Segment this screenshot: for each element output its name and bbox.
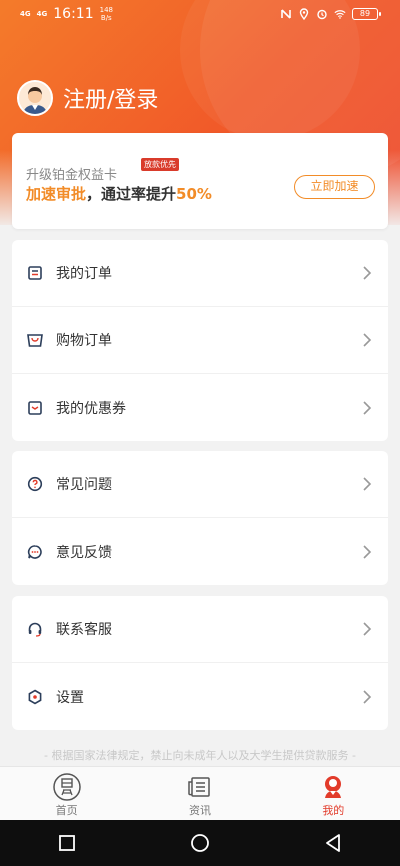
- menu-card-orders: 我的订单 购物订单 我的优惠券: [12, 240, 388, 441]
- network-speed: 148 B/s: [99, 6, 113, 22]
- chevron-right-icon: [363, 544, 372, 559]
- menu-item-faq[interactable]: 常见问题: [12, 451, 388, 518]
- promo-headline-text: ，通过率提升: [86, 185, 177, 203]
- settings-icon: [26, 688, 44, 706]
- menu-item-feedback[interactable]: 意见反馈: [12, 518, 388, 585]
- chevron-right-icon: [363, 477, 372, 491]
- chevron-right-icon: [363, 333, 372, 347]
- tab-profile[interactable]: 我的: [267, 767, 400, 820]
- menu-item-my-coupons[interactable]: 我的优惠券: [12, 374, 388, 441]
- bottom-tab-bar: 首页 资讯 我的: [0, 766, 400, 820]
- tab-label: 我的: [322, 804, 345, 817]
- circle-icon: [191, 834, 209, 852]
- menu-item-label: 我的优惠券: [56, 400, 126, 417]
- recent-apps-button[interactable]: [47, 823, 87, 863]
- menu-card-help: 常见问题 意见反馈: [12, 451, 388, 585]
- promo-headline: 加速审批，通过率提升50%: [26, 183, 212, 204]
- news-icon: [184, 772, 216, 802]
- menu-item-label: 联系客服: [56, 622, 112, 638]
- chevron-right-icon: [363, 400, 372, 415]
- clock: 16:11: [53, 6, 94, 22]
- menu-card-support: 联系客服 设置: [12, 596, 388, 730]
- feedback-icon: [26, 543, 44, 561]
- status-bar: 4G 4G 16:11 148 B/s 89: [0, 0, 400, 32]
- tab-news[interactable]: 资讯: [133, 767, 266, 820]
- promo-subtitle: 升级铂金权益卡: [26, 168, 118, 183]
- shopping-bag-icon: [26, 331, 44, 349]
- headset-icon: [26, 620, 44, 638]
- menu-item-label: 意见反馈: [56, 544, 112, 561]
- promo-headline-percent: 50%: [176, 185, 212, 203]
- tab-home[interactable]: 首页: [0, 767, 133, 820]
- chevron-right-icon: [363, 622, 372, 636]
- menu-item-my-orders[interactable]: 我的订单: [12, 240, 388, 307]
- alarm-icon: [317, 9, 327, 20]
- profile-icon: [317, 772, 349, 802]
- menu-item-settings[interactable]: 设置: [12, 663, 388, 730]
- menu-item-label: 购物订单: [56, 333, 112, 349]
- menu-item-shopping-orders[interactable]: 购物订单: [12, 307, 388, 374]
- menu-item-label: 设置: [56, 689, 84, 706]
- network-indicator-2: 4G: [36, 10, 48, 18]
- home-icon: [51, 772, 83, 802]
- triangle-back-icon: [326, 834, 341, 852]
- battery-icon: 89: [352, 8, 381, 20]
- menu-item-label: 我的订单: [56, 266, 112, 282]
- legal-notice: - 根据国家法律规定，禁止向未成年人以及大学生提供贷款服务 -: [44, 749, 356, 762]
- avatar[interactable]: [17, 80, 53, 116]
- location-icon: [299, 8, 309, 20]
- order-icon: [26, 264, 44, 282]
- promo-headline-highlight: 加速审批: [26, 185, 87, 203]
- nfc-icon: [281, 9, 291, 19]
- chevron-right-icon: [363, 689, 372, 704]
- question-icon: [26, 475, 44, 493]
- promo-badge: 放款优先: [141, 158, 179, 171]
- login-register-link[interactable]: 注册/登录: [63, 82, 158, 114]
- wifi-icon: [334, 10, 346, 19]
- accelerate-button[interactable]: 立即加速: [294, 175, 375, 199]
- menu-item-customer-service[interactable]: 联系客服: [12, 596, 388, 663]
- tab-label: 资讯: [188, 804, 211, 817]
- platinum-upgrade-card[interactable]: 升级铂金权益卡 放款优先 加速审批，通过率提升50% 立即加速: [12, 133, 388, 229]
- system-navigation-bar: [0, 820, 400, 866]
- coupon-icon: [26, 399, 44, 417]
- login-entry[interactable]: 注册/登录: [17, 80, 158, 116]
- square-icon: [58, 835, 75, 851]
- chevron-right-icon: [363, 266, 372, 280]
- home-button[interactable]: [180, 823, 220, 863]
- tab-label: 首页: [55, 804, 78, 817]
- menu-item-label: 常见问题: [56, 477, 112, 493]
- network-indicator-1: 4G: [20, 10, 31, 18]
- back-button[interactable]: [313, 823, 353, 863]
